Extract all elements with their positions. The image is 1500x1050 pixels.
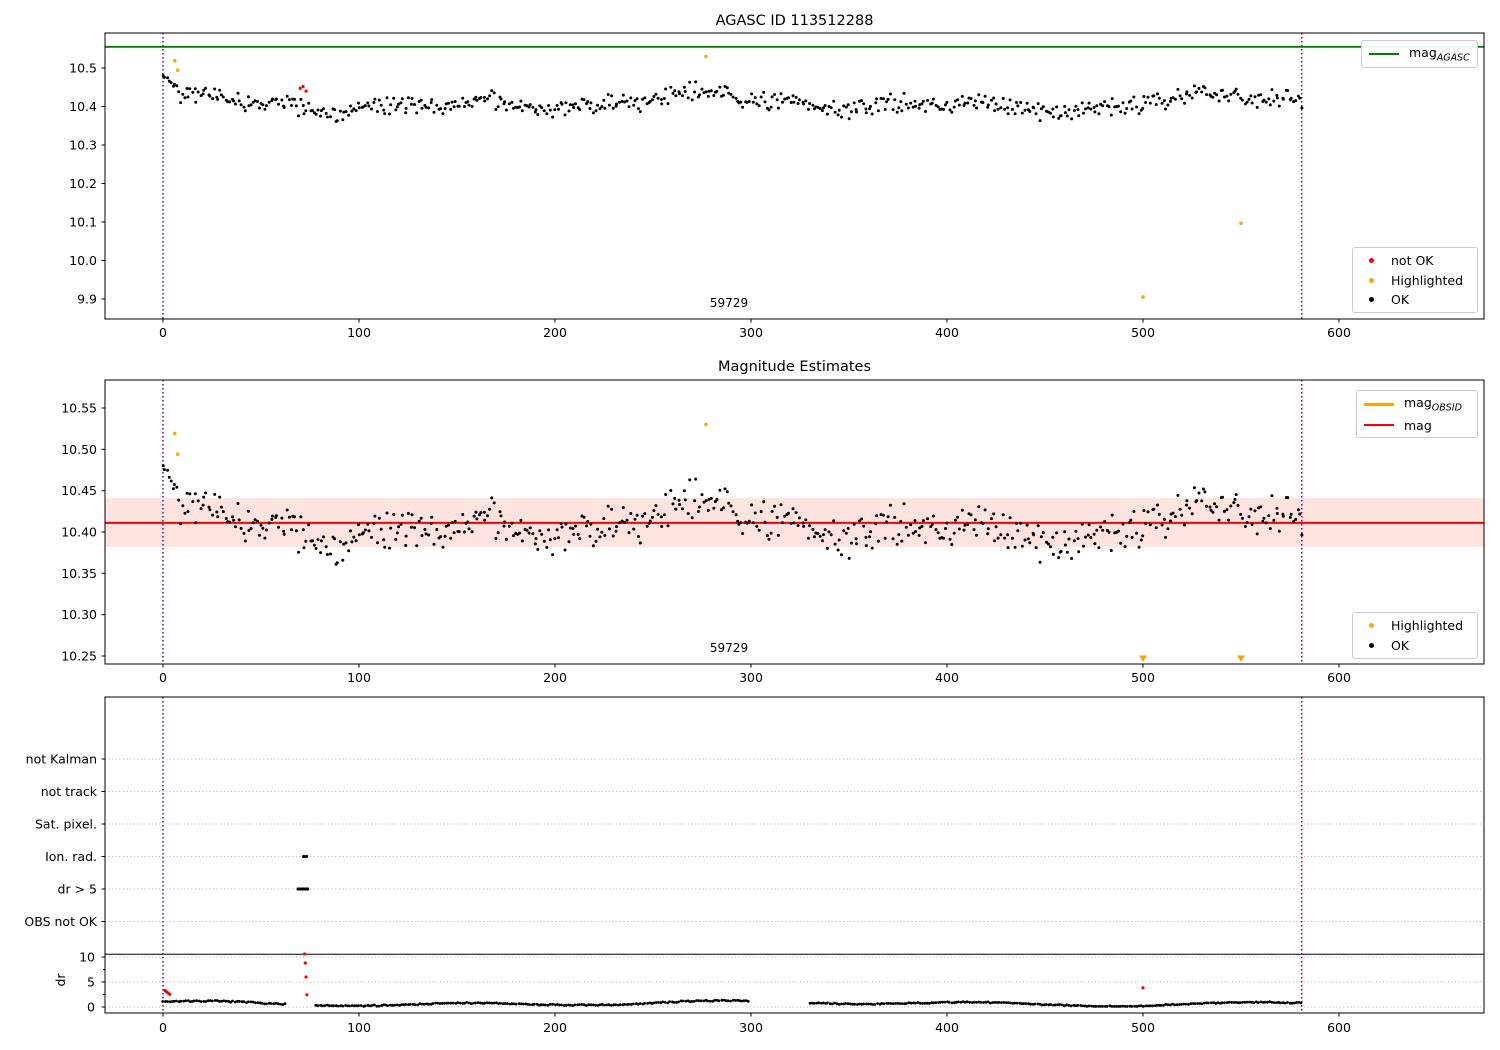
middle-plot-title: Magnitude Estimates	[717, 359, 872, 375]
svg-text:10.35: 10.35	[61, 566, 97, 581]
top-plot-title: AGASC ID 113512288	[715, 13, 874, 29]
legend-marker-dot	[1369, 297, 1374, 303]
middle-legend-markers: Highlighted OK	[1352, 612, 1478, 659]
svg-text:not track: not track	[41, 784, 98, 799]
legend-label: magOBSID	[1404, 395, 1462, 414]
svg-text:OBS not OK: OBS not OK	[24, 914, 97, 929]
chart-svg: 10.510.410.310.210.110.09.90 100 200 300 400…	[24, 32, 1485, 1035]
legend-label: magAGASC	[1409, 44, 1470, 64]
svg-text:10.55: 10.55	[61, 401, 97, 416]
obsid-annotation-top: 59729	[709, 296, 749, 310]
svg-text:100: 100	[347, 1020, 371, 1035]
legend-label: OK	[1391, 292, 1410, 308]
legend-row: not OK	[1353, 253, 1477, 268]
legend-label: mag	[1404, 417, 1432, 433]
svg-text:9.9: 9.9	[77, 292, 97, 307]
svg-text:10.50: 10.50	[61, 442, 97, 457]
middle-panel: 10.55 10.50 10.45 10.40 10.35 10.30 10.25 0 100 2…	[61, 379, 1485, 685]
svg-text:300: 300	[739, 1020, 763, 1035]
legend-line-sample	[1369, 53, 1399, 55]
svg-text:100: 100	[347, 325, 371, 340]
svg-text:300: 300	[739, 670, 763, 685]
svg-text:10.2: 10.2	[69, 176, 97, 191]
top-legend-markers: not OK Highlighted OK	[1352, 247, 1478, 313]
svg-text:600: 600	[1327, 670, 1351, 685]
svg-text:200: 200	[543, 325, 567, 340]
legend-marker-dot	[1369, 623, 1374, 628]
svg-text:200: 200	[543, 670, 567, 685]
svg-text:10: 10	[79, 950, 95, 965]
legend-row: Highlighted	[1353, 618, 1477, 633]
svg-text:500: 500	[1131, 1020, 1155, 1035]
svg-text:10.30: 10.30	[61, 607, 97, 622]
legend-row: magOBSID	[1357, 395, 1477, 414]
legend-row: OK	[1353, 292, 1477, 307]
svg-text:10.40: 10.40	[61, 525, 97, 540]
obsid-annotation-middle: 59729	[709, 641, 749, 655]
legend-marker-dot	[1369, 257, 1374, 263]
legend-marker-dot	[1369, 277, 1374, 283]
svg-text:Ion. rad.: Ion. rad.	[45, 849, 97, 864]
top-legend-mag-agasc: magAGASC	[1361, 40, 1478, 68]
legend-row: OK	[1353, 638, 1477, 653]
dr-axis-label: dr	[53, 973, 68, 987]
bottom-panel: not Kalman not track Sat. pixel. Ion. rad. d…	[24, 696, 1485, 1035]
svg-text:0: 0	[87, 1000, 95, 1015]
legend-row: mag	[1357, 418, 1477, 433]
legend-label: OK	[1391, 638, 1410, 653]
svg-text:400: 400	[935, 325, 959, 340]
svg-text:500: 500	[1131, 325, 1155, 340]
svg-text:10.5: 10.5	[69, 61, 97, 76]
svg-text:600: 600	[1327, 325, 1351, 340]
legend-line-sample	[1364, 424, 1394, 427]
svg-text:10.1: 10.1	[69, 215, 97, 230]
svg-text:0: 0	[159, 670, 167, 685]
legend-label: Highlighted	[1391, 272, 1464, 288]
svg-text:500: 500	[1131, 670, 1155, 685]
top-panel: 10.5 10.4 10.3 10.2 10.1 10.0 9.9 0 100 200 300 400…	[69, 32, 1485, 340]
svg-text:10.45: 10.45	[61, 483, 97, 498]
svg-text:400: 400	[935, 670, 959, 685]
svg-text:300: 300	[739, 325, 763, 340]
svg-text:dr > 5: dr > 5	[58, 882, 97, 897]
svg-text:100: 100	[347, 670, 371, 685]
legend-label: not OK	[1391, 252, 1434, 268]
legend-row: magAGASC	[1362, 44, 1477, 64]
svg-text:not Kalman: not Kalman	[26, 752, 97, 767]
svg-text:0: 0	[159, 1020, 167, 1035]
svg-text:0: 0	[159, 325, 167, 340]
svg-text:10.3: 10.3	[69, 138, 97, 153]
legend-label: Highlighted	[1391, 618, 1464, 633]
svg-text:600: 600	[1327, 1020, 1351, 1035]
svg-text:10.25: 10.25	[61, 648, 97, 663]
middle-legend-lines: magOBSID mag	[1356, 390, 1478, 438]
svg-text:10.4: 10.4	[69, 99, 97, 114]
svg-text:400: 400	[935, 1020, 959, 1035]
svg-text:10.0: 10.0	[69, 253, 97, 268]
svg-text:5: 5	[87, 975, 95, 990]
figure: 10.5 10.4 10.3 10.2 10.1 10.0 9.9 0 100 200 300 400…	[0, 0, 1500, 1050]
legend-line-sample	[1364, 402, 1394, 406]
legend-marker-dot	[1369, 643, 1374, 648]
svg-text:200: 200	[543, 1020, 567, 1035]
svg-text:Sat. pixel.: Sat. pixel.	[35, 817, 97, 832]
legend-row: Highlighted	[1353, 273, 1477, 288]
